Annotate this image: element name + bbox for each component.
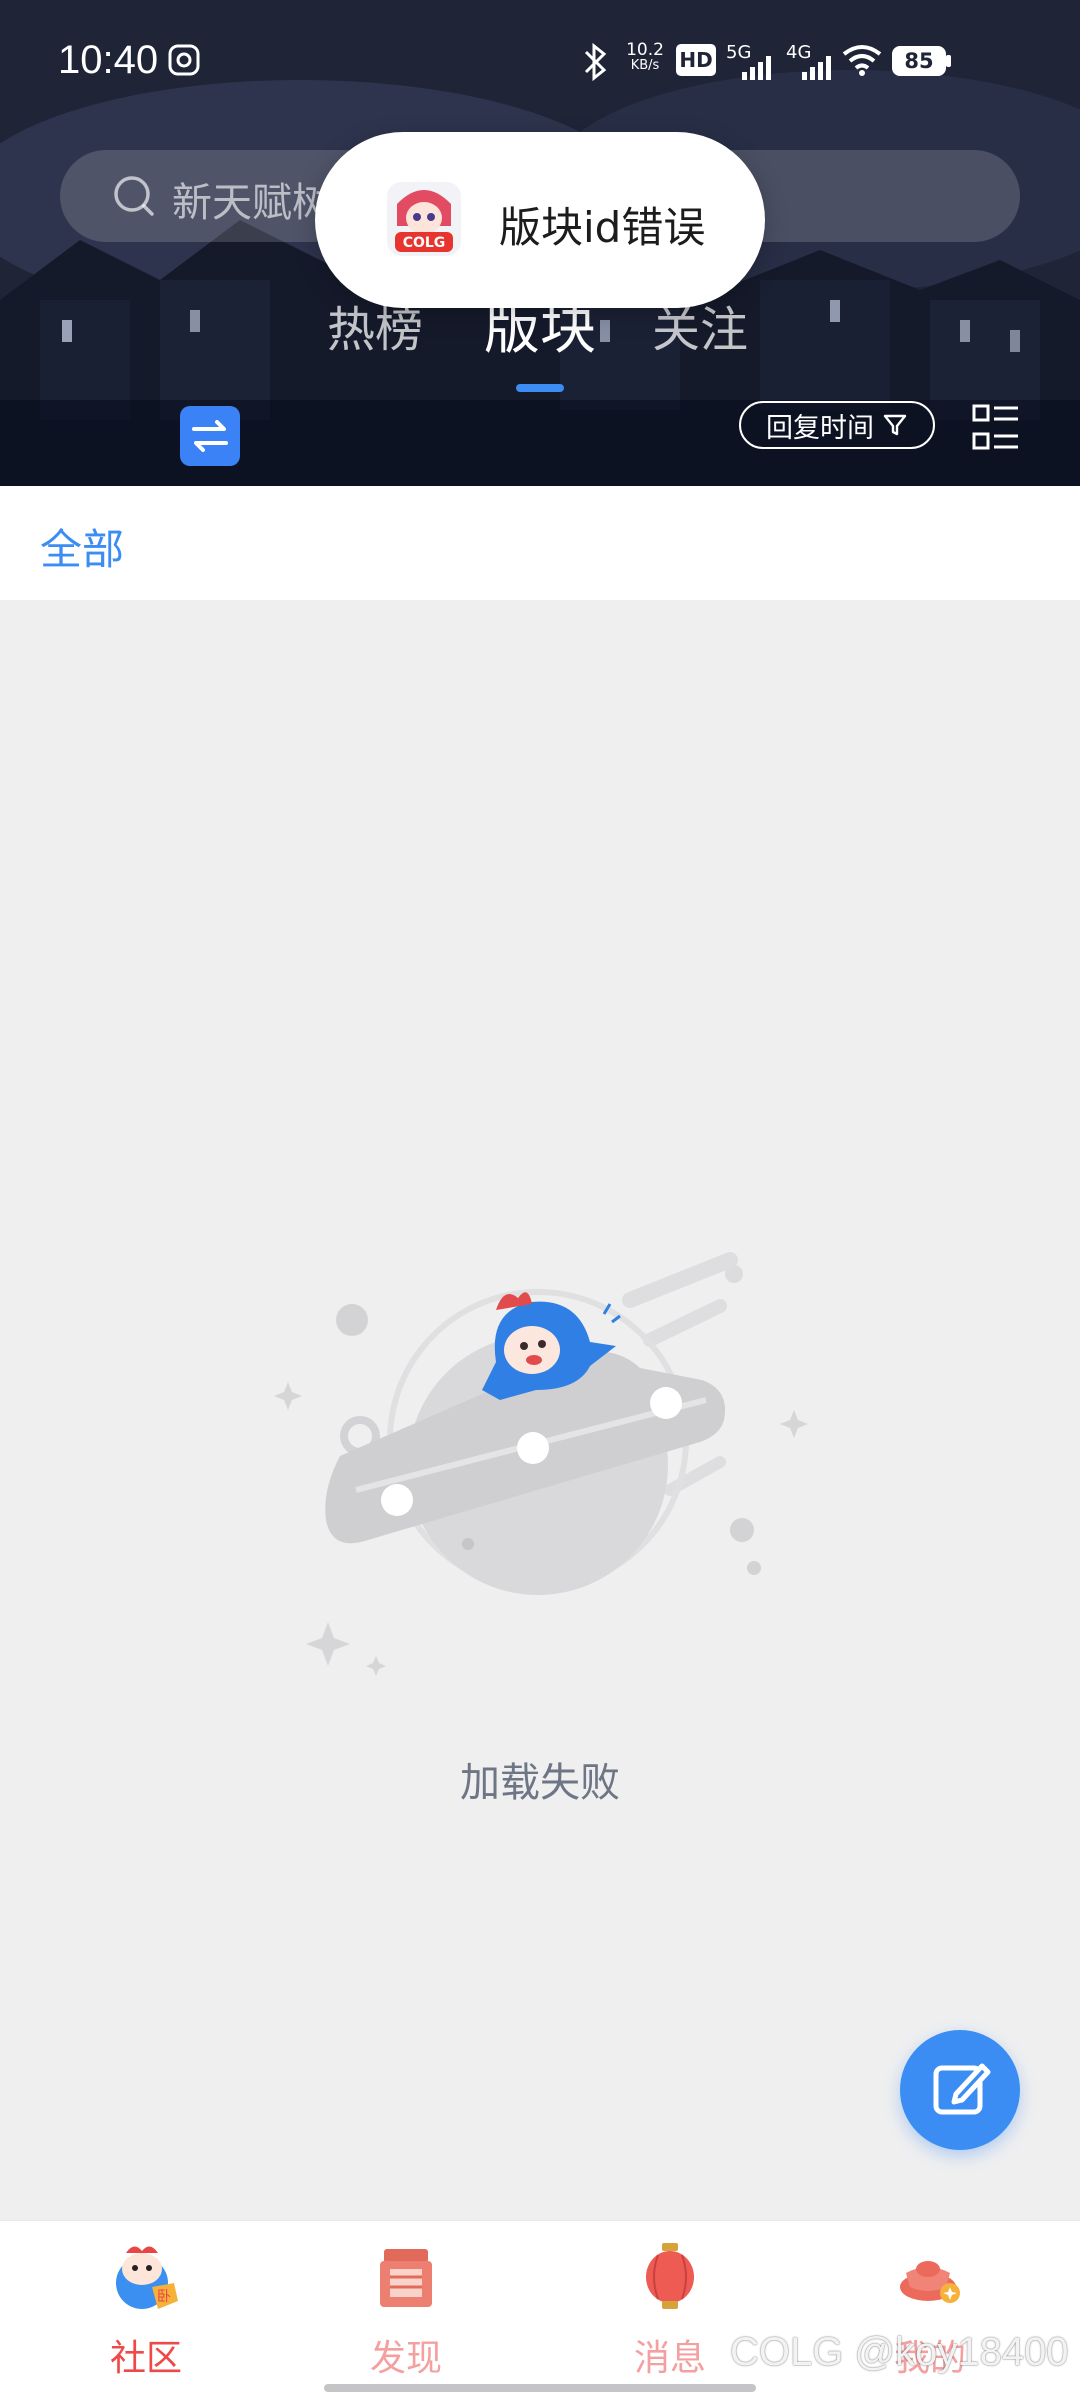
tab-active-indicator — [516, 384, 564, 392]
community-mascot-icon: 卧 — [116, 2246, 178, 2309]
bluetooth-icon — [584, 42, 607, 82]
watermark: COLG @koy18400 — [730, 2330, 1069, 2374]
error-toast: COLG 版块id错误 — [315, 132, 765, 308]
category-bar: 全部 — [0, 486, 1080, 600]
list-layout-icon[interactable] — [972, 404, 1020, 452]
wifi-icon — [842, 45, 882, 76]
network-speed: 10.2 KB/s — [622, 42, 668, 74]
notification-app-icon — [168, 44, 200, 76]
nav-community-label: 社区 — [109, 2338, 182, 2379]
nav-community[interactable]: 卧 社区 — [46, 2239, 246, 2379]
compose-button[interactable] — [900, 2030, 1020, 2150]
lantern-icon — [646, 2243, 694, 2309]
battery-icon: 85 — [892, 46, 946, 76]
battery-tip — [946, 55, 951, 67]
battery-level: 85 — [904, 49, 934, 73]
svg-text:卧: 卧 — [157, 2289, 171, 2305]
svg-text:COLG: COLG — [403, 235, 446, 251]
search-placeholder: 新天赋树 — [172, 180, 332, 226]
colg-app-icon: COLG — [387, 182, 461, 256]
home-indicator[interactable] — [324, 2384, 756, 2392]
network-speed-value: 10.2 — [626, 40, 664, 60]
status-bar: 10:40 10.2 KB/s HD 5G 4G 85 — [0, 0, 1080, 124]
signal-bars-icon — [802, 56, 831, 80]
toast-message: 版块id错误 — [499, 203, 706, 252]
load-failed-illustration — [274, 1252, 808, 1676]
gold-ingot-icon — [900, 2261, 960, 2303]
edit-icon — [933, 2063, 991, 2115]
discover-icon — [380, 2249, 432, 2307]
hd-voice-icon: HD — [676, 44, 716, 76]
empty-state-text: 加载失败 — [460, 1760, 620, 1806]
switch-button[interactable] — [180, 406, 240, 466]
nav-discover[interactable]: 发现 — [306, 2239, 506, 2379]
nav-discover-label: 发现 — [369, 2338, 442, 2379]
network-speed-unit: KB/s — [630, 58, 660, 73]
swap-arrows-icon — [192, 420, 228, 452]
search-icon — [114, 176, 154, 216]
sort-label: 回复时间 — [766, 412, 874, 444]
hd-label: HD — [679, 48, 713, 72]
signal-4g: 4G — [786, 42, 836, 80]
sort-dropdown-button[interactable]: 回复时间 — [739, 401, 935, 449]
filter-icon — [883, 414, 907, 436]
status-time: 10:40 — [58, 38, 159, 82]
category-all[interactable]: 全部 — [40, 516, 124, 577]
signal-bars-icon — [742, 56, 771, 80]
signal-5g: 5G — [726, 42, 776, 80]
